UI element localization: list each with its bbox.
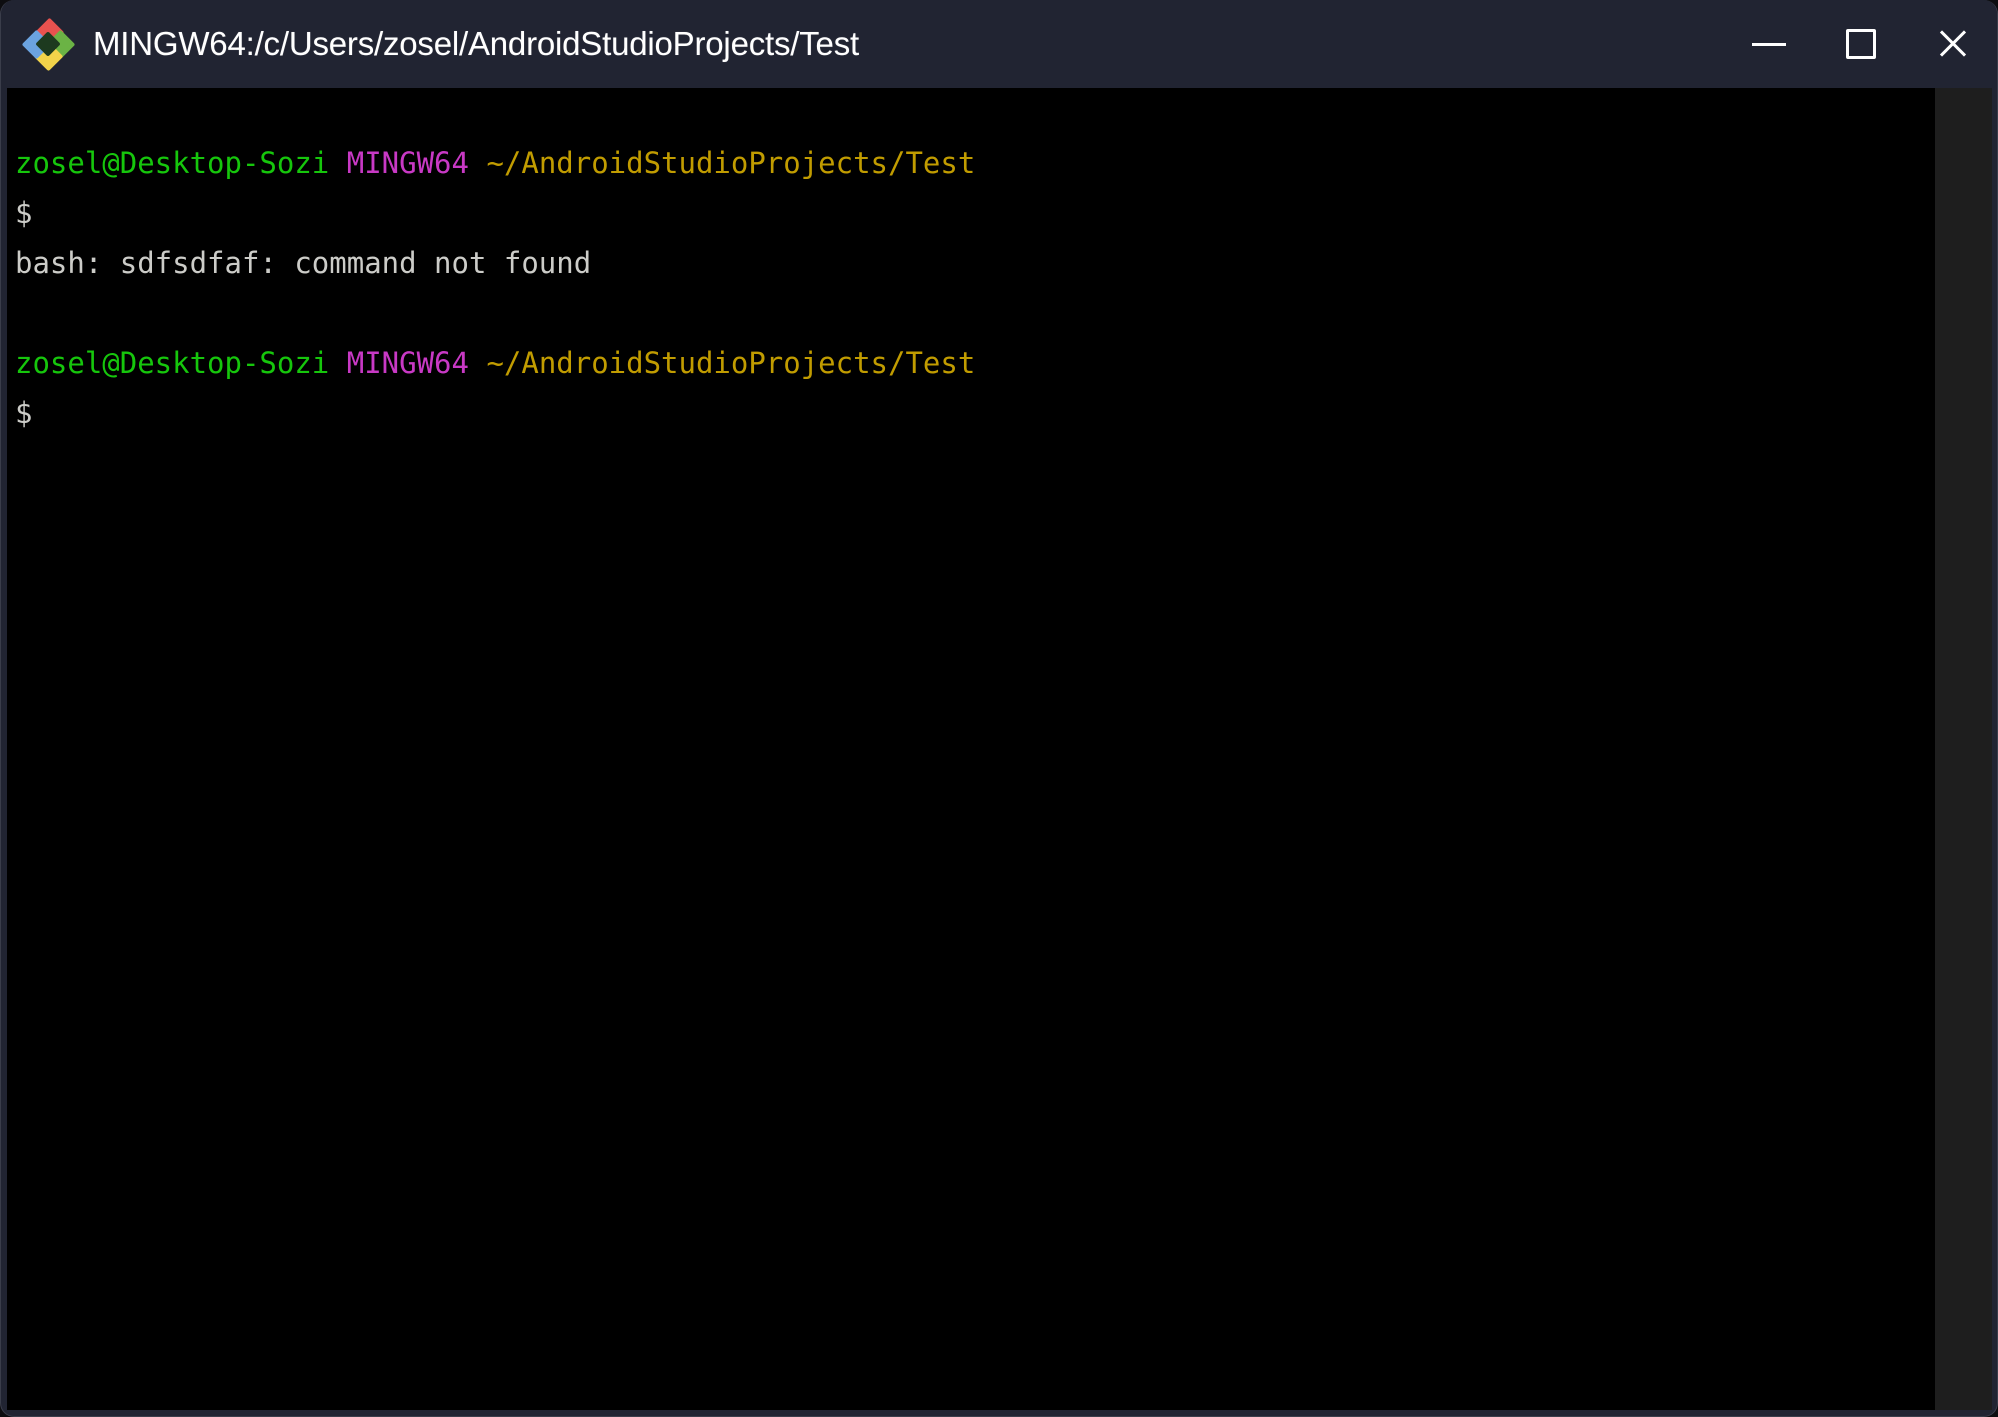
terminal-output: zosel@Desktop-Sozi MINGW64 ~/AndroidStud… bbox=[15, 88, 975, 438]
terminal-prompt-line: zosel@Desktop-Sozi MINGW64 ~/AndroidStud… bbox=[15, 138, 975, 188]
window-controls bbox=[1723, 0, 1997, 88]
terminal-output-line: bash: sdfsdfaf: command not found bbox=[15, 238, 975, 288]
msys2-diamond-icon bbox=[21, 17, 76, 72]
prompt-user-host: zosel@Desktop-Sozi bbox=[15, 146, 330, 180]
terminal-top-spacer bbox=[15, 88, 975, 138]
close-icon bbox=[1936, 27, 1970, 61]
terminal-prompt-line: zosel@Desktop-Sozi MINGW64 ~/AndroidStud… bbox=[15, 338, 975, 388]
terminal-prompt-symbol-line: $ bbox=[15, 388, 975, 438]
minimize-button[interactable] bbox=[1723, 0, 1815, 88]
terminal-output-text: bash: sdfsdfaf: command not found bbox=[15, 246, 592, 280]
prompt-user-host: zosel@Desktop-Sozi bbox=[15, 346, 330, 380]
scrollbar-thumb[interactable] bbox=[1935, 88, 1992, 1410]
terminal-body[interactable]: zosel@Desktop-Sozi MINGW64 ~/AndroidStud… bbox=[7, 88, 1937, 1410]
scrollbar-track[interactable] bbox=[1935, 88, 1992, 1410]
prompt-shell: MINGW64 bbox=[346, 146, 469, 180]
maximize-button[interactable] bbox=[1815, 0, 1907, 88]
prompt-path: ~/AndroidStudioProjects/Test bbox=[486, 346, 976, 380]
prompt-symbol: $ bbox=[15, 396, 33, 430]
close-button[interactable] bbox=[1907, 0, 1997, 88]
prompt-path: ~/AndroidStudioProjects/Test bbox=[486, 146, 976, 180]
prompt-symbol: $ bbox=[15, 196, 33, 230]
terminal-window: MINGW64:/c/Users/zosel/AndroidStudioProj… bbox=[0, 0, 1998, 1417]
prompt-shell: MINGW64 bbox=[346, 346, 469, 380]
terminal-prompt-symbol-line: $ bbox=[15, 188, 975, 238]
window-title: MINGW64:/c/Users/zosel/AndroidStudioProj… bbox=[93, 25, 859, 62]
maximize-icon bbox=[1846, 29, 1876, 59]
title-bar[interactable]: MINGW64:/c/Users/zosel/AndroidStudioProj… bbox=[1, 0, 1997, 88]
minimize-icon bbox=[1752, 42, 1786, 46]
